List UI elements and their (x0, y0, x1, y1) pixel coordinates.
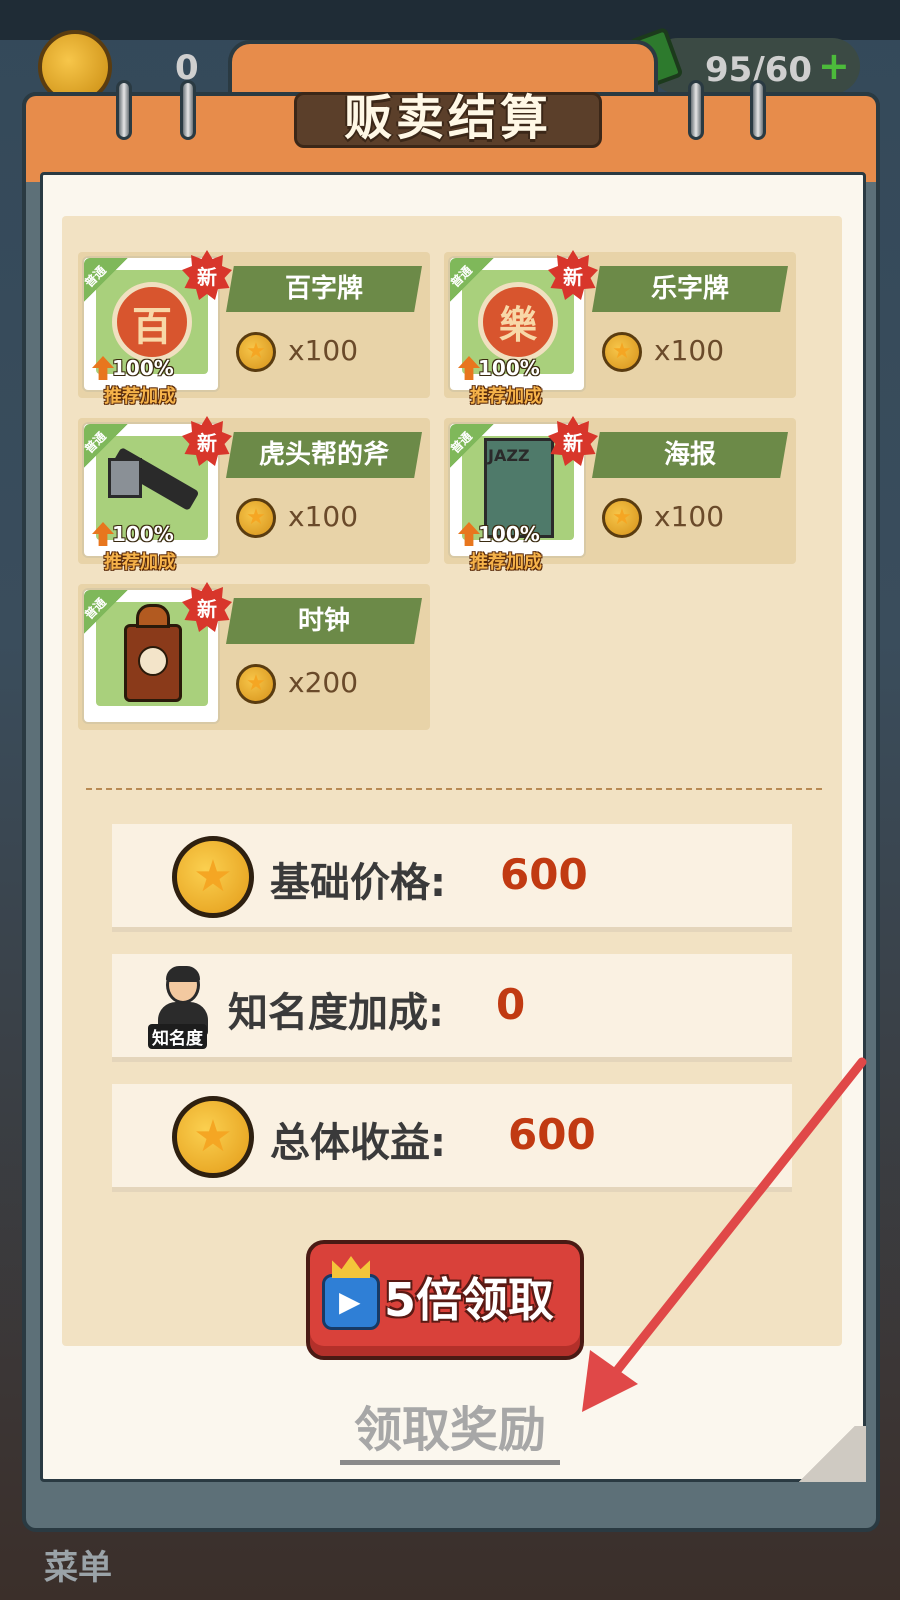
item-thumbnail: JAZZ 普通 新 100% 推荐加成 (448, 416, 598, 573)
item-quantity: x200 (288, 666, 359, 699)
item-quantity: x100 (654, 334, 725, 367)
coin-icon (602, 332, 642, 372)
annotation-arrow-icon (582, 1057, 867, 1412)
plus-icon[interactable]: + (818, 44, 850, 88)
bonus-label: 推荐加成 (470, 386, 542, 407)
video-icon (322, 1274, 380, 1330)
coin-icon (172, 836, 254, 918)
item-name: 百字牌 (226, 266, 422, 312)
fame-avatar-icon: 知名度 (148, 964, 216, 1049)
binder-ring-icon (180, 80, 196, 140)
item-name: 乐字牌 (592, 266, 788, 312)
coin-icon (172, 1096, 254, 1178)
bonus-percent: 100% (112, 356, 174, 380)
item-card[interactable]: 普通 新 100% 推荐加成 虎头帮的斧 x100 (78, 416, 430, 573)
fame-bonus-label: 知名度加成: (228, 990, 444, 1036)
item-thumbnail: 普通 新 100% 推荐加成 (82, 416, 232, 573)
base-price-value: 600 (500, 850, 588, 899)
item-name: 海报 (592, 432, 788, 478)
claim-reward-button[interactable]: 领取奖励 (340, 1400, 560, 1465)
base-price-row: 基础价格: 600 (102, 824, 802, 932)
item-thumbnail: 普通 新 (82, 582, 232, 724)
item-card[interactable]: 普通 新 时钟 x200 (78, 582, 430, 730)
coin-icon (602, 498, 642, 538)
binder-ring-icon (688, 80, 704, 140)
binder-ring-icon (750, 80, 766, 140)
item-quantity: x100 (288, 334, 359, 367)
bonus-label: 推荐加成 (470, 552, 542, 573)
claim-5x-button[interactable]: 5倍领取 (306, 1240, 584, 1360)
binder-ring-icon (116, 80, 132, 140)
menu-button[interactable]: 菜单 (44, 1540, 112, 1589)
fame-bonus-value: 0 (496, 980, 526, 1029)
coin-icon (236, 498, 276, 538)
page-curl (788, 1426, 866, 1482)
coin-icon (236, 664, 276, 704)
bonus-percent: 100% (112, 522, 174, 546)
bonus-label: 推荐加成 (104, 552, 176, 573)
top-bar (0, 0, 900, 40)
crown-icon (332, 1256, 370, 1278)
divider (86, 788, 822, 790)
page-title: 贩卖结算 (343, 90, 552, 146)
item-card[interactable]: JAZZ 普通 新 100% 推荐加成 海报 x100 (444, 416, 796, 573)
item-name: 时钟 (226, 598, 422, 644)
fame-bonus-row: 知名度 知名度加成: 0 (102, 954, 802, 1062)
item-name: 虎头帮的斧 (226, 432, 422, 478)
claim-5x-label: 5倍领取 (384, 1273, 555, 1327)
bonus-percent: 100% (478, 522, 540, 546)
coin-icon (236, 332, 276, 372)
item-card[interactable]: 百 普通 新 100% 推荐加成 百字牌 x100 (78, 250, 430, 407)
base-price-label: 基础价格: (270, 860, 446, 906)
bonus-label: 推荐加成 (104, 386, 176, 407)
total-label: 总体收益: (270, 1120, 446, 1166)
item-thumbnail: 百 普通 新 100% 推荐加成 (82, 250, 232, 407)
item-quantity: x100 (654, 500, 725, 533)
item-quantity: x100 (288, 500, 359, 533)
bonus-percent: 100% (478, 356, 540, 380)
fame-tag: 知名度 (148, 1024, 207, 1049)
item-thumbnail: 樂 普通 新 100% 推荐加成 (448, 250, 598, 407)
item-card[interactable]: 樂 普通 新 100% 推荐加成 乐字牌 x100 (444, 250, 796, 407)
